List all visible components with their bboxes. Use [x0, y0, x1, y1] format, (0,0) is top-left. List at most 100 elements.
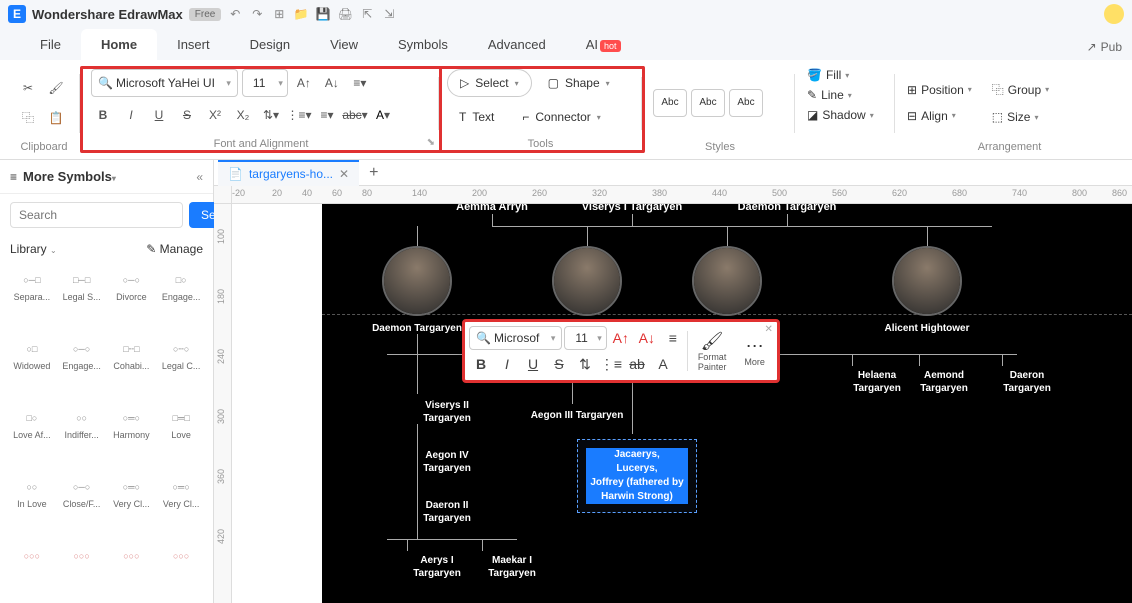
menu-ai[interactable]: AIhot	[566, 29, 641, 60]
bullets-icon[interactable]: ⋮≡▾	[287, 103, 311, 127]
hamburger-icon[interactable]: ≡	[10, 170, 17, 184]
superscript-icon[interactable]: X²	[203, 103, 227, 127]
more-button[interactable]: ⋯ More	[736, 335, 773, 367]
symbol-item[interactable]: ○○○	[157, 542, 205, 599]
avatar[interactable]	[1104, 4, 1124, 24]
italic-icon[interactable]: I	[119, 103, 143, 127]
symbol-item[interactable]: ○○○	[108, 542, 156, 599]
portrait[interactable]	[552, 246, 622, 316]
subscript-icon[interactable]: X₂	[231, 103, 255, 127]
underline-icon[interactable]: U	[147, 103, 171, 127]
tree-node[interactable]: Aegon IVTargaryen	[397, 449, 497, 475]
symbol-item[interactable]: □○Love Af...	[8, 404, 56, 471]
strike-icon[interactable]: S	[547, 352, 571, 376]
publish-button[interactable]: ↗ Pub	[1077, 34, 1132, 60]
symbol-item[interactable]: ○═○Very Cl...	[108, 473, 156, 540]
format-painter-button[interactable]: 🖌 FormatPainter	[690, 330, 735, 372]
font-color-icon[interactable]: A	[651, 352, 675, 376]
open-icon[interactable]: 📁	[293, 6, 309, 22]
line-spacing-icon[interactable]: ⇅▾	[259, 103, 283, 127]
copy-icon[interactable]: ⿻	[16, 106, 40, 130]
position-button[interactable]: ⊞ Position▾	[903, 81, 976, 99]
text-effects-icon[interactable]: ab	[625, 352, 649, 376]
mini-size-select[interactable]: 11▾	[564, 326, 606, 350]
cut-icon[interactable]: ✂	[16, 76, 40, 100]
menu-view[interactable]: View	[310, 29, 378, 60]
portrait[interactable]	[892, 246, 962, 316]
symbol-item[interactable]: □═□Love	[157, 404, 205, 471]
menu-design[interactable]: Design	[230, 29, 310, 60]
format-painter-icon[interactable]: 🖌	[44, 76, 68, 100]
font-family-select[interactable]: 🔍 Microsoft YaHei UI ▾	[91, 69, 238, 97]
collapse-icon[interactable]: «	[196, 170, 203, 184]
symbol-item[interactable]: □○Engage...	[157, 266, 205, 333]
tree-node[interactable]: Daeron IITargaryen	[397, 499, 497, 525]
symbol-item[interactable]: ○═○Very Cl...	[157, 473, 205, 540]
tree-node[interactable]: Aegon III Targaryen	[527, 409, 627, 422]
tree-node[interactable]: Viserys I Targaryen	[572, 204, 692, 213]
menu-symbols[interactable]: Symbols	[378, 29, 468, 60]
undo-icon[interactable]: ↶	[227, 6, 243, 22]
decrease-font-icon[interactable]: A↓	[635, 326, 659, 350]
search-input[interactable]	[10, 202, 183, 228]
print-icon[interactable]: 🖨	[337, 6, 353, 22]
file-tab[interactable]: 📄 targaryens-ho... ✕	[218, 160, 359, 186]
numbering-icon[interactable]: ≡▾	[315, 103, 339, 127]
save-icon[interactable]: 💾	[315, 6, 331, 22]
symbol-item[interactable]: ○═○Harmony	[108, 404, 156, 471]
text-tool[interactable]: T Text	[447, 103, 506, 131]
align-icon[interactable]: ≡	[661, 326, 685, 350]
font-size-select[interactable]: 11 ▾	[242, 69, 288, 97]
tree-node[interactable]: Maekar ITargaryen	[462, 554, 562, 580]
export-icon[interactable]: ⇱	[359, 6, 375, 22]
symbol-item[interactable]: ○○○	[58, 542, 106, 599]
size-button[interactable]: ⬚ Size▾	[988, 108, 1053, 126]
add-tab-button[interactable]: +	[359, 164, 388, 182]
menu-advanced[interactable]: Advanced	[468, 29, 566, 60]
tree-node[interactable]: Aemma Arryn	[432, 204, 552, 213]
close-tab-icon[interactable]: ✕	[339, 167, 349, 181]
tree-node[interactable]: Viserys IITargaryen	[397, 399, 497, 425]
menu-home[interactable]: Home	[81, 29, 157, 60]
close-icon[interactable]: ✕	[764, 324, 772, 335]
style-preset-2[interactable]: Abc	[691, 89, 725, 117]
style-preset-1[interactable]: Abc	[653, 89, 687, 117]
line-spacing-icon[interactable]: ⇅	[573, 352, 597, 376]
manage-button[interactable]: ✎ Manage	[146, 242, 203, 256]
italic-icon[interactable]: I	[495, 352, 519, 376]
tree-node[interactable]: Daemon Targaryen	[727, 204, 847, 213]
menu-file[interactable]: File	[20, 29, 81, 60]
symbol-item[interactable]: ○○In Love	[8, 473, 56, 540]
text-effects-icon[interactable]: abc▾	[343, 103, 367, 127]
tree-node[interactable]: Alicent Hightower	[867, 322, 987, 335]
strike-icon[interactable]: S	[175, 103, 199, 127]
fill-button[interactable]: 🪣 Fill▾	[803, 66, 853, 84]
symbol-item[interactable]: ○─○Divorce	[108, 266, 156, 333]
redo-icon[interactable]: ↷	[249, 6, 265, 22]
symbol-item[interactable]: ○○Indiffer...	[58, 404, 106, 471]
line-button[interactable]: ✎ Line▾	[803, 86, 856, 104]
align-button[interactable]: ⊟ Align▾	[903, 107, 976, 125]
symbol-item[interactable]: ○─□Separa...	[8, 266, 56, 333]
shape-tool[interactable]: ▢ Shape ▾	[536, 69, 622, 97]
increase-font-icon[interactable]: A↑	[609, 326, 633, 350]
font-color-icon[interactable]: A▾	[371, 103, 395, 127]
decrease-font-icon[interactable]: A↓	[320, 71, 344, 95]
menu-insert[interactable]: Insert	[157, 29, 230, 60]
bold-icon[interactable]: B	[91, 103, 115, 127]
symbol-item[interactable]: □╌□Cohabi...	[108, 335, 156, 402]
portrait[interactable]	[692, 246, 762, 316]
new-icon[interactable]: ⊞	[271, 6, 287, 22]
style-preset-3[interactable]: Abc	[729, 89, 763, 117]
paste-icon[interactable]: 📋	[44, 106, 68, 130]
canvas[interactable]: Aemma Arryn Viserys I Targaryen Daemon T…	[232, 204, 1132, 603]
symbol-item[interactable]: ○─○Engage...	[58, 335, 106, 402]
tree-node[interactable]: DaeronTargaryen	[977, 369, 1077, 395]
bold-icon[interactable]: B	[469, 352, 493, 376]
select-tool[interactable]: ▷ Select ▾	[447, 69, 532, 97]
align-icon[interactable]: ≡▾	[348, 71, 372, 95]
mini-font-select[interactable]: 🔍 Microsof▾	[469, 326, 562, 350]
symbol-item[interactable]: ○╌○Legal C...	[157, 335, 205, 402]
portrait[interactable]	[382, 246, 452, 316]
symbol-item[interactable]: ○─○Close/F...	[58, 473, 106, 540]
